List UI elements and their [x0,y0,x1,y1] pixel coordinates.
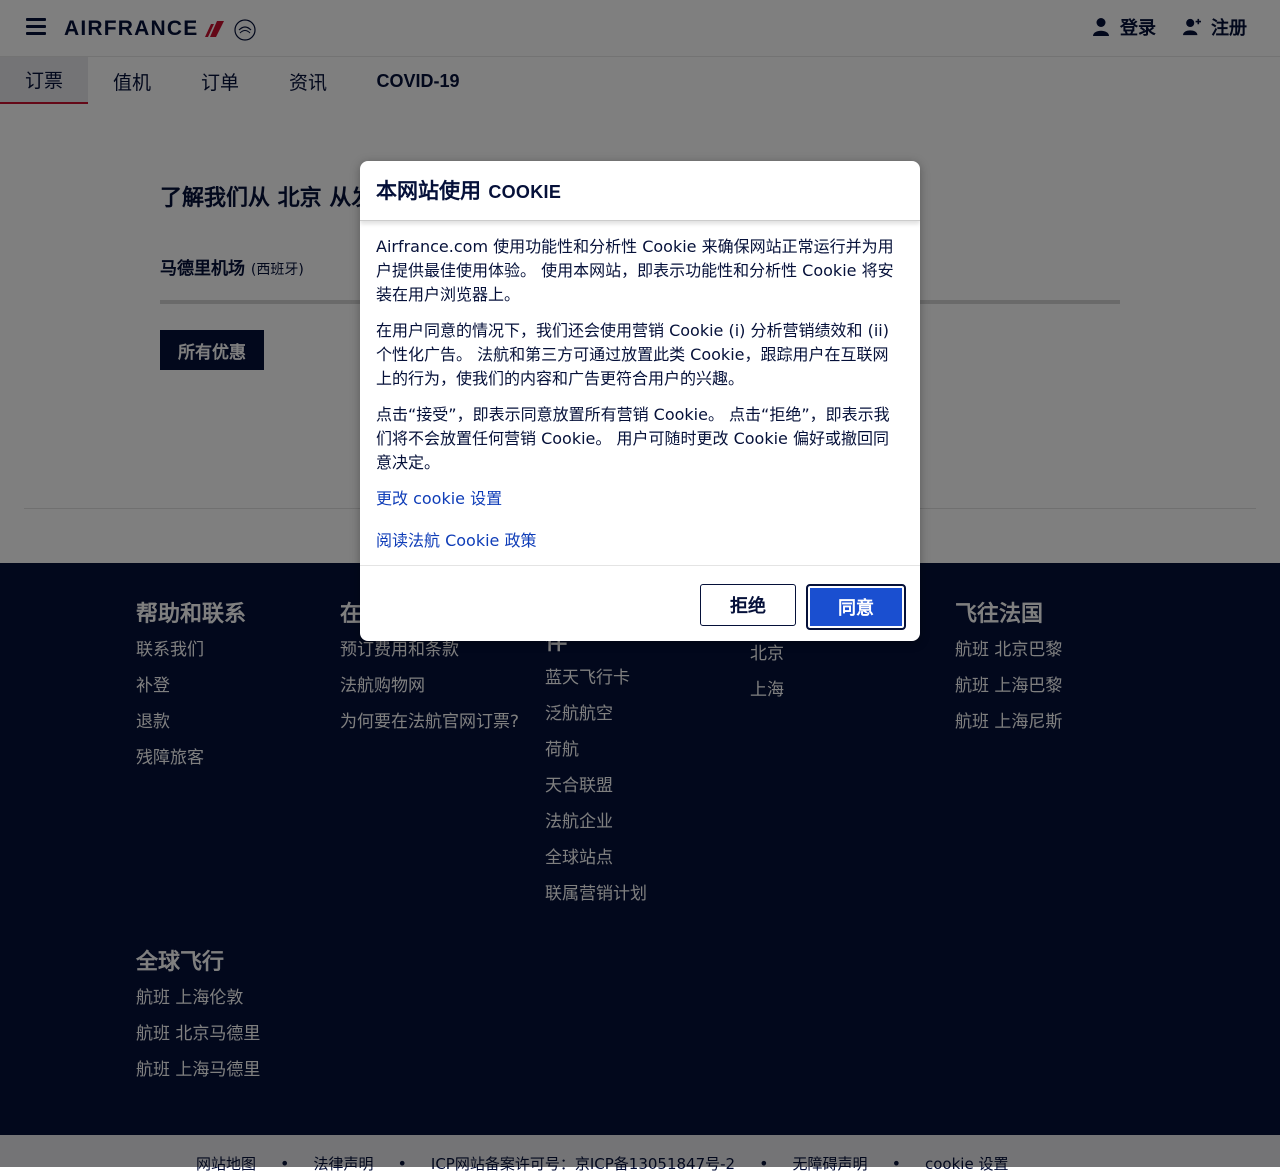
dialog-footer: 拒绝 同意 [360,565,920,641]
dialog-header: 本网站使用 COOKIE [360,161,920,221]
accept-button[interactable]: 同意 [806,584,906,630]
dialog-paragraph: Airfrance.com 使用功能性和分析性 Cookie 来确保网站正常运行… [376,237,894,304]
dialog-title-caps: COOKIE [488,182,562,202]
dialog-body: Airfrance.com 使用功能性和分析性 Cookie 来确保网站正常运行… [360,221,920,553]
dialog-title: 本网站使用 COOKIE [376,175,904,205]
change-cookie-settings-link[interactable]: 更改 cookie 设置 [376,487,904,511]
reject-button[interactable]: 拒绝 [700,584,796,626]
dialog-paragraph: 点击“接受”，即表示同意放置所有营销 Cookie。 点击“拒绝”，即表示我们将… [376,405,890,472]
cookie-consent-dialog: 本网站使用 COOKIE Airfrance.com 使用功能性和分析性 Coo… [360,161,920,641]
dialog-title-prefix: 本网站使用 [376,179,489,203]
cookie-policy-link[interactable]: 阅读法航 Cookie 政策 [376,529,904,553]
dialog-paragraph: 在用户同意的情况下，我们还会使用营销 Cookie (i) 分析营销绩效和 (i… [376,321,889,388]
